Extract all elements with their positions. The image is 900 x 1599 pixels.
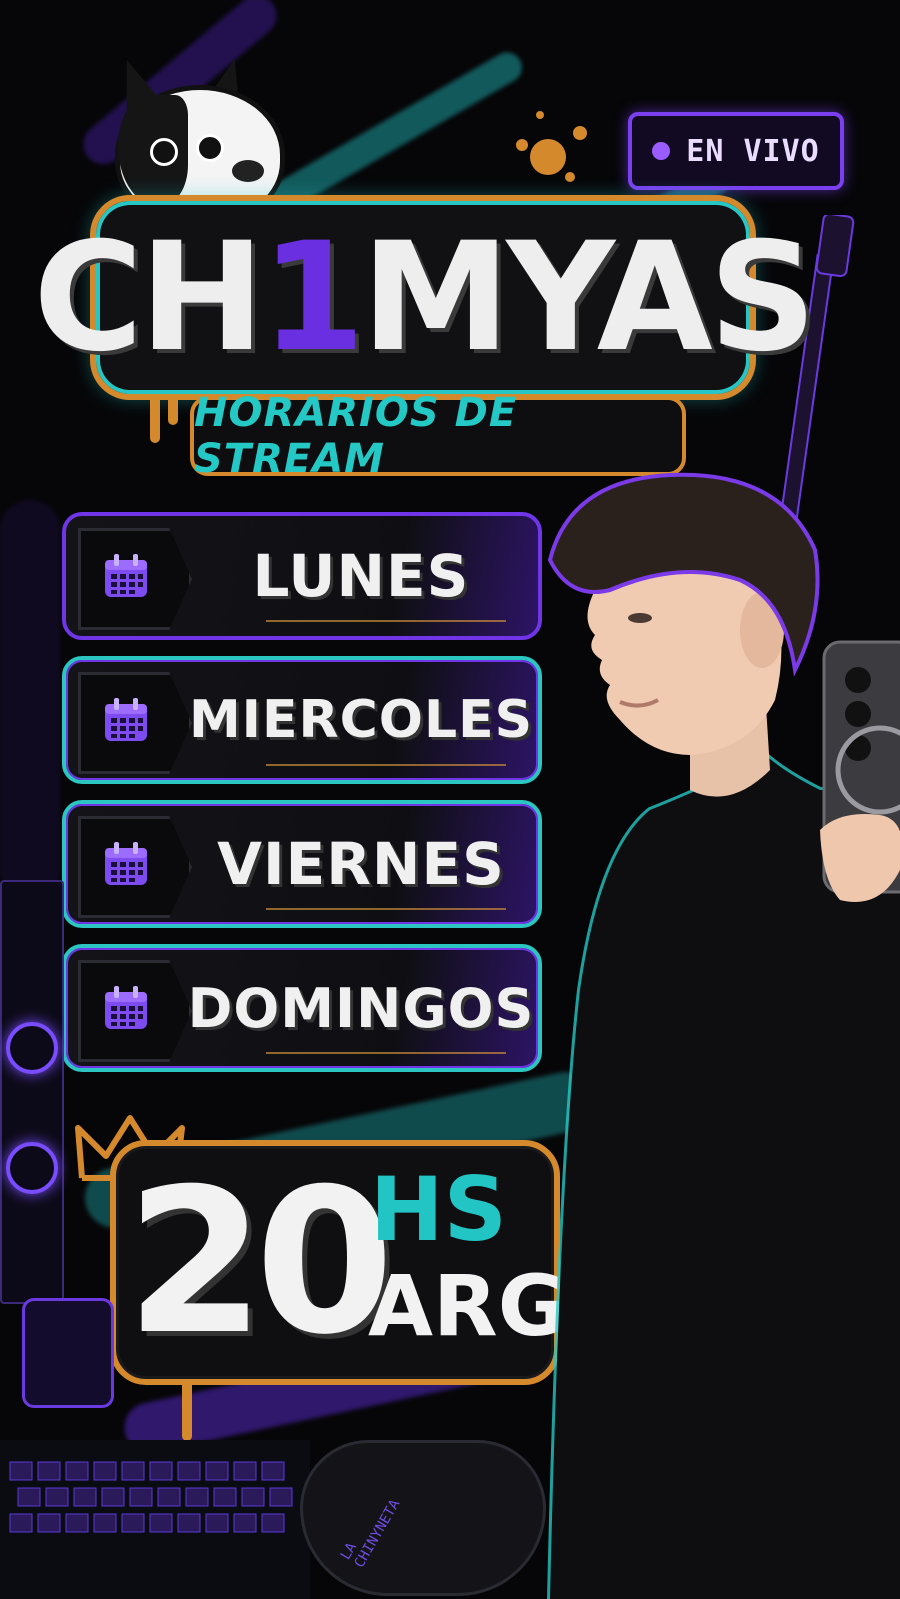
paint-drip (182, 1383, 192, 1441)
divider (266, 764, 506, 766)
title-suffix: MYAS (361, 210, 817, 385)
time-number: 20 (125, 1146, 394, 1379)
title-accent: 1 (260, 210, 365, 385)
pixel-art-frame (22, 1298, 114, 1408)
dog-eye (196, 134, 224, 162)
day-label: LUNES (252, 542, 470, 610)
day-label: MIERCOLES (188, 690, 534, 750)
divider (266, 1052, 506, 1054)
schedule-row-viernes: VIERNES (62, 800, 542, 928)
live-badge-label: EN VIVO (686, 133, 820, 169)
paint-splat (516, 111, 587, 182)
bg-streak (0, 500, 60, 900)
fan (6, 1142, 58, 1194)
calendar-icon (105, 554, 147, 597)
dog-eye (150, 138, 178, 166)
calendar-icon (105, 842, 147, 885)
subtitle: HORARIOS DE STREAM (194, 390, 518, 482)
day-label: DOMINGOS (187, 976, 535, 1040)
keyboard (0, 1440, 310, 1599)
day-label: VIERNES (217, 830, 505, 898)
game-controller (300, 1440, 546, 1596)
subtitle-plate: HORARIOS DE STREAM (190, 390, 686, 482)
calendar-icon (105, 698, 147, 741)
paint-drip (150, 395, 160, 443)
live-dot-icon (652, 142, 671, 160)
divider (266, 908, 506, 910)
fan (6, 1022, 58, 1074)
channel-title: CH 1 MYAS (33, 210, 817, 385)
schedule-row-lunes: LUNES (62, 512, 542, 640)
schedule-row-domingos: DOMINGOS (62, 944, 542, 1072)
dog-nose (232, 160, 264, 182)
live-badge: EN VIVO (628, 112, 844, 190)
streamer-photo (546, 472, 900, 1599)
calendar-icon (105, 986, 147, 1029)
paint-drip (168, 395, 178, 425)
title-prefix: CH (33, 210, 265, 385)
divider (266, 620, 506, 622)
time-unit: HS (370, 1158, 508, 1261)
schedule-row-miercoles: MIERCOLES (62, 656, 542, 784)
time-zone: ARG (368, 1257, 567, 1355)
pc-tower (0, 880, 64, 1304)
